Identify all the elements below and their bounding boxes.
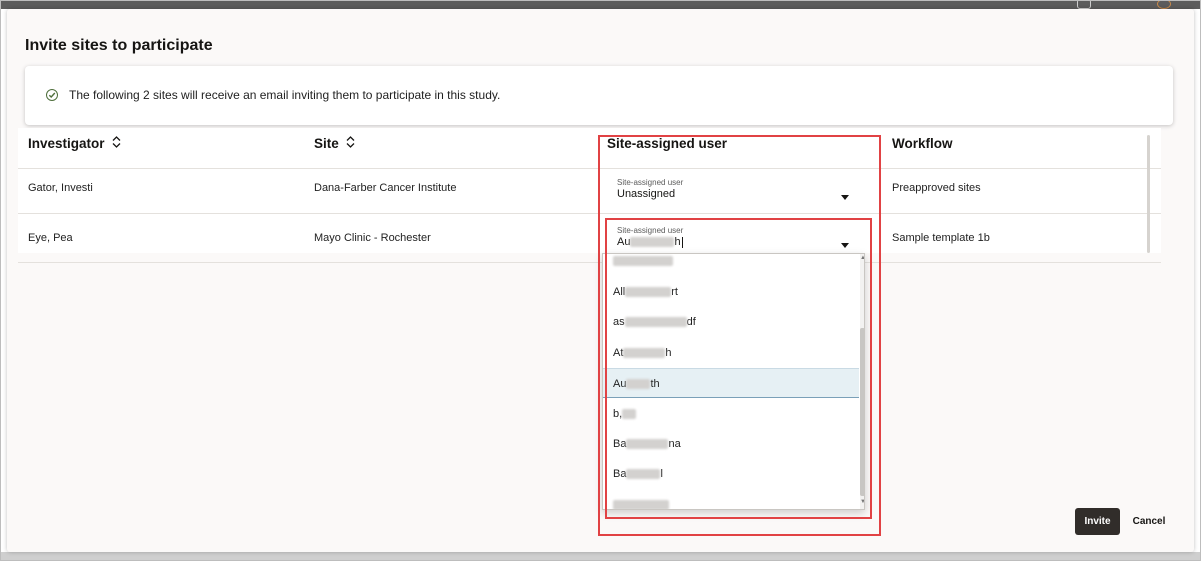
investigator-cell: Gator, Investi <box>28 182 93 194</box>
sort-icon[interactable] <box>112 136 121 151</box>
annotation-highlight-dropdown <box>605 218 872 519</box>
column-header-site[interactable]: Site <box>314 136 355 151</box>
dialog-title: Invite sites to participate <box>25 37 213 54</box>
column-header-investigator[interactable]: Investigator <box>28 136 121 151</box>
investigator-cell: Eye, Pea <box>28 232 73 244</box>
column-label: Investigator <box>28 136 105 151</box>
app-header-strip <box>1 0 1200 9</box>
site-cell: Dana-Farber Cancer Institute <box>314 182 457 194</box>
notification-icon[interactable] <box>1077 0 1091 9</box>
column-header-workflow: Workflow <box>892 136 953 151</box>
cancel-button[interactable]: Cancel <box>1128 508 1170 535</box>
avatar[interactable] <box>1157 0 1171 9</box>
sites-table: Investigator Site Site-assigned user Wor… <box>18 128 1161 263</box>
column-label: Site <box>314 136 339 151</box>
invite-button[interactable]: Invite <box>1075 508 1120 535</box>
row-divider <box>18 168 1161 169</box>
site-cell: Mayo Clinic - Rochester <box>314 232 431 244</box>
workflow-cell: Sample template 1b <box>892 232 990 244</box>
workflow-cell: Preapproved sites <box>892 182 981 194</box>
table-scrollbar[interactable] <box>1147 135 1150 253</box>
row-divider <box>18 213 1161 214</box>
row-divider <box>18 262 1161 263</box>
sort-icon[interactable] <box>346 136 355 151</box>
info-banner: The following 2 sites will receive an em… <box>25 66 1173 125</box>
banner-message: The following 2 sites will receive an em… <box>69 88 501 102</box>
app-footer-strip <box>1 552 1200 560</box>
check-circle-icon <box>46 89 58 101</box>
column-label: Workflow <box>892 136 953 151</box>
